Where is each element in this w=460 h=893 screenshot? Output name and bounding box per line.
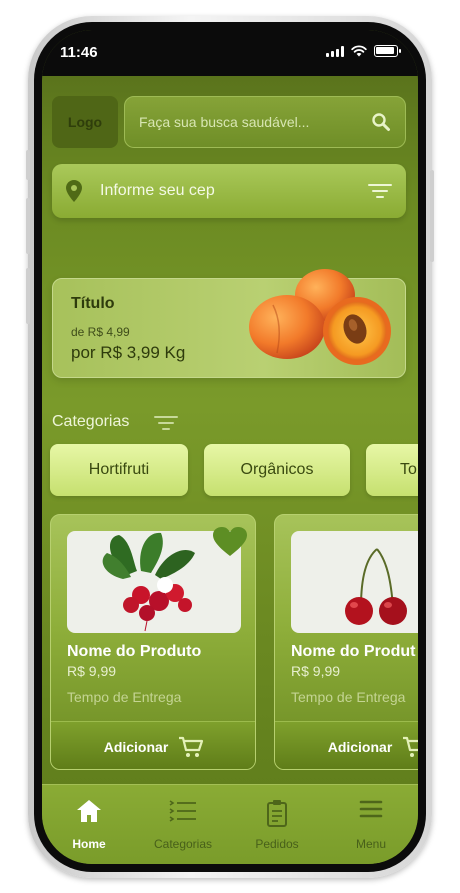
product-card[interactable]: Nome do Produt R$ 9,99 Tempo de Entrega … [274, 514, 418, 770]
product-image [291, 531, 418, 633]
app-logo[interactable]: Logo [52, 96, 118, 148]
search-input[interactable]: Faça sua busca saudável... [139, 114, 371, 130]
cart-icon [179, 736, 204, 757]
status-bar: 11:46 [42, 30, 418, 76]
volume-down-button [26, 268, 30, 324]
search-bar[interactable]: Faça sua busca saudável... [124, 96, 406, 148]
product-name: Nome do Produt [291, 643, 416, 660]
tab-menu-label: Menu [355, 837, 387, 851]
cep-field[interactable]: Informe seu cep [52, 164, 406, 218]
apricot-image [249, 269, 391, 365]
location-pin-icon [66, 180, 82, 202]
app-screen: 11:46 Logo Faça sua busca saudável... In… [42, 30, 418, 864]
favorite-heart-icon[interactable] [213, 527, 247, 557]
tab-menu[interactable]: Menu [324, 785, 418, 864]
status-icons [326, 45, 401, 57]
tab-home-label: Home [72, 837, 106, 851]
categories-filter-icon[interactable] [154, 414, 178, 432]
promo-old-price: de R$ 4,99 [71, 325, 130, 339]
signal-icon [326, 45, 344, 57]
category-chip-label: To [400, 461, 417, 478]
add-to-cart-button[interactable]: Adicionar [275, 721, 418, 769]
tab-categorias[interactable]: Categorias [136, 785, 230, 864]
add-button-label: Adicionar [103, 738, 169, 755]
product-card[interactable]: Nome do Produto R$ 9,99 Tempo de Entrega… [50, 514, 256, 770]
tab-home[interactable]: Home [42, 785, 136, 864]
wifi-icon [351, 45, 367, 57]
product-name: Nome do Produto [67, 643, 202, 660]
search-icon[interactable] [371, 112, 391, 132]
status-time: 11:46 [60, 44, 98, 61]
cep-label: Informe seu cep [100, 182, 215, 199]
promo-title: Título [71, 295, 115, 312]
menu-icon [359, 800, 383, 818]
product-delivery-time: Tempo de Entrega [291, 689, 406, 705]
volume-up-button [26, 198, 30, 254]
silent-switch [26, 150, 30, 180]
categories-title: Categorias [52, 413, 130, 430]
bottom-tab-bar: Home Categorias Pedidos Menu [42, 784, 418, 864]
category-chip-hortifruti[interactable]: Hortifruti [50, 444, 188, 496]
tab-categorias-label: Categorias [153, 837, 213, 851]
add-button-label: Adicionar [327, 738, 393, 755]
category-chip-organicos[interactable]: Orgânicos [204, 444, 350, 496]
cart-icon [403, 736, 418, 757]
tab-pedidos-label: Pedidos [255, 837, 299, 851]
home-icon [77, 800, 101, 822]
power-button [430, 170, 434, 262]
product-delivery-time: Tempo de Entrega [67, 689, 182, 705]
battery-icon [374, 45, 401, 57]
tab-pedidos[interactable]: Pedidos [230, 785, 324, 864]
filter-icon[interactable] [368, 182, 392, 200]
promo-new-price: por R$ 3,99 Kg [71, 343, 186, 362]
product-price: R$ 9,99 [67, 663, 117, 679]
list-icon [169, 800, 196, 822]
add-to-cart-button[interactable]: Adicionar [51, 721, 255, 769]
cherry-image [345, 548, 407, 625]
promo-banner[interactable]: Título de R$ 4,99 por R$ 3,99 Kg [52, 269, 406, 378]
category-chip-partial[interactable]: To [366, 444, 418, 496]
clipboard-icon [267, 800, 287, 827]
product-price: R$ 9,99 [291, 663, 341, 679]
